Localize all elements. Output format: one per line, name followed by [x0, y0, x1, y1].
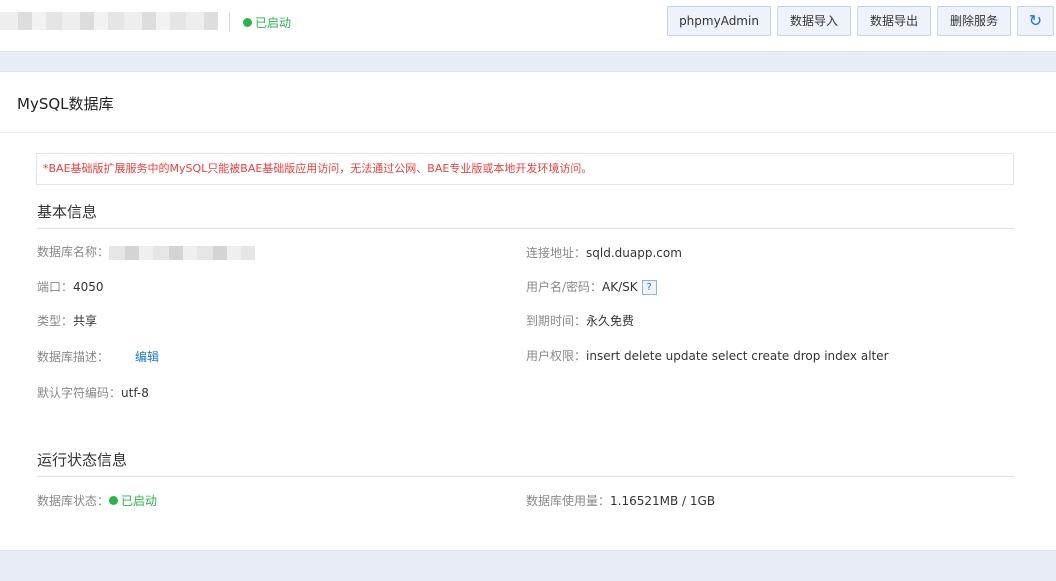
db-state-label: 数据库状态： [37, 494, 110, 508]
usage-value: 1.16521MB / 1GB [610, 494, 716, 508]
permission-value: insert delete update select create drop … [586, 349, 889, 363]
phpmyadmin-button[interactable]: phpmyAdmin [667, 6, 771, 36]
db-name-label: 数据库名称： [37, 245, 110, 259]
host-value: sqld.duapp.com [586, 246, 682, 260]
expire-field: 到期时间：永久免费 [526, 312, 634, 329]
description-field: 数据库描述： 编辑 [37, 348, 159, 365]
app-name-redacted [0, 12, 218, 30]
expire-value: 永久免费 [586, 314, 635, 328]
charset-label: 默认字符编码： [37, 386, 122, 400]
access-notice: *BAE基础版扩展服务中的MySQL只能被BAE基础版应用访问，无法通过公网、B… [36, 153, 1014, 185]
usage-field: 数据库使用量：1.16521MB / 1GB [526, 492, 715, 509]
description-label: 数据库描述： [37, 350, 110, 364]
basic-info-title: 基本信息 [37, 203, 98, 221]
delete-service-button[interactable]: 删除服务 [937, 6, 1011, 36]
port-value: 4050 [73, 280, 104, 294]
db-state-status: 已启动 [109, 492, 157, 509]
credentials-field: 用户名/密码：AK/SK? [526, 278, 657, 295]
charset-field: 默认字符编码：utf-8 [37, 384, 149, 401]
refresh-icon: ↻ [1028, 11, 1043, 30]
db-state-value: 已启动 [121, 494, 158, 508]
service-status: 已启动 [243, 14, 291, 31]
mysql-card: MySQL数据库 *BAE基础版扩展服务中的MySQL只能被BAE基础版应用访问… [0, 71, 1056, 551]
basic-info-divider [37, 228, 1014, 229]
charset-value: utf-8 [121, 386, 149, 400]
host-label: 连接地址： [526, 246, 587, 260]
credentials-value: AK/SK [602, 280, 638, 294]
status-dot-icon [243, 18, 252, 27]
data-import-button[interactable]: 数据导入 [777, 6, 851, 36]
card-divider [0, 132, 1056, 133]
help-icon[interactable]: ? [641, 280, 657, 295]
divider [229, 12, 230, 32]
type-value: 共享 [73, 314, 98, 328]
data-export-button[interactable]: 数据导出 [857, 6, 931, 36]
type-label: 类型： [37, 314, 74, 328]
db-name-value-redacted [109, 245, 256, 260]
card-title: MySQL数据库 [17, 95, 114, 113]
expire-label: 到期时间： [526, 314, 587, 328]
refresh-button[interactable]: ↻ [1017, 6, 1054, 36]
usage-label: 数据库使用量： [526, 494, 611, 508]
db-state-field: 数据库状态： 已启动 [37, 492, 157, 509]
edit-description-link[interactable]: 编辑 [135, 350, 159, 364]
top-bar: 已启动 phpmyAdmin 数据导入 数据导出 删除服务 ↻ [0, 0, 1056, 52]
service-status-text: 已启动 [255, 16, 292, 30]
host-field: 连接地址：sqld.duapp.com [526, 244, 682, 261]
type-field: 类型：共享 [37, 312, 97, 329]
port-label: 端口： [37, 280, 74, 294]
runtime-info-divider [37, 476, 1014, 477]
status-dot-icon [109, 496, 119, 505]
port-field: 端口：4050 [37, 278, 104, 295]
credentials-label: 用户名/密码： [526, 280, 603, 294]
db-name-field: 数据库名称： [37, 243, 256, 260]
permission-field: 用户权限：insert delete update select create … [526, 347, 889, 364]
runtime-info-title: 运行状态信息 [37, 451, 128, 469]
permission-label: 用户权限： [526, 349, 587, 363]
